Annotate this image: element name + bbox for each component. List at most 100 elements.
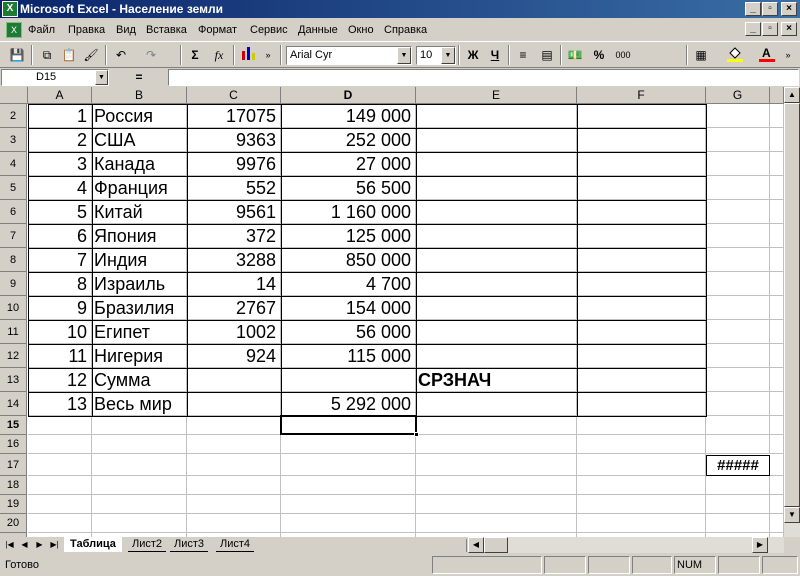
cell-b4[interactable]: Канада (92, 152, 187, 176)
cell-g13[interactable] (706, 368, 770, 392)
cell-g16[interactable] (706, 435, 770, 454)
cell-h5[interactable] (770, 176, 784, 200)
undo-icon[interactable]: ↶ (110, 45, 132, 65)
cell-d14[interactable]: 5 292 000 (281, 392, 416, 416)
column-header-a[interactable]: A (28, 87, 92, 104)
cell-c17[interactable] (187, 454, 281, 476)
column-header-g[interactable]: G (706, 87, 770, 104)
cell-h8[interactable] (770, 248, 784, 272)
row-header[interactable]: 4 (0, 152, 27, 176)
cell-b5[interactable]: Франция (92, 176, 187, 200)
vertical-scrollbar[interactable]: ▲ ▼ (784, 87, 800, 537)
row-header[interactable]: 6 (0, 200, 27, 224)
cell-f18[interactable] (577, 476, 706, 495)
cell-g17[interactable]: ##### (706, 455, 770, 476)
row-header[interactable]: 16 (0, 435, 27, 454)
row-header[interactable]: 10 (0, 296, 27, 320)
cell-d19[interactable] (281, 495, 416, 514)
cell-d8[interactable]: 850 000 (281, 248, 416, 272)
column-header-f[interactable]: F (577, 87, 706, 104)
cell-f15[interactable] (577, 416, 706, 435)
cell-b7[interactable]: Япония (92, 224, 187, 248)
cell-d16[interactable] (281, 435, 416, 454)
cell-a4[interactable]: 3 (28, 152, 92, 176)
chevron-down-icon[interactable]: ▼ (397, 47, 411, 64)
cell-a15[interactable] (28, 416, 92, 435)
cell-a2[interactable]: 1 (28, 104, 92, 128)
cell-h3[interactable] (770, 128, 784, 152)
cell-b17[interactable] (92, 454, 187, 476)
cell-f11[interactable] (577, 320, 706, 344)
row-header[interactable]: 8 (0, 248, 27, 272)
cell-g8[interactable] (706, 248, 770, 272)
cell-c14[interactable] (187, 392, 281, 416)
cell-a19[interactable] (28, 495, 92, 514)
cell-g19[interactable] (706, 495, 770, 514)
cell-c16[interactable] (187, 435, 281, 454)
cell-c19[interactable] (187, 495, 281, 514)
scroll-down-icon[interactable]: ▼ (784, 507, 800, 523)
cell-b16[interactable] (92, 435, 187, 454)
select-all-corner[interactable] (0, 87, 28, 104)
cell-b10[interactable]: Бразилия (92, 296, 187, 320)
cell-h11[interactable] (770, 320, 784, 344)
cell-b9[interactable]: Израиль (92, 272, 187, 296)
restore-button[interactable]: ▫ (762, 2, 778, 16)
cell-a6[interactable]: 5 (28, 200, 92, 224)
workbook-icon[interactable]: X (6, 22, 22, 38)
cell-e13[interactable]: СРЗНАЧ (416, 368, 577, 392)
cell-f4[interactable] (577, 152, 706, 176)
cell-b20[interactable] (92, 514, 187, 533)
doc-restore-button[interactable]: ▫ (762, 22, 778, 36)
cell-d3[interactable]: 252 000 (281, 128, 416, 152)
excel-app-icon[interactable]: X (2, 1, 18, 17)
cell-g4[interactable] (706, 152, 770, 176)
scroll-left-icon[interactable]: ◀ (468, 537, 484, 553)
cell-a17[interactable] (28, 454, 92, 476)
font-color-icon[interactable]: A (756, 45, 778, 65)
paste-icon[interactable]: 📋 (58, 45, 80, 65)
cell-d11[interactable]: 56 000 (281, 320, 416, 344)
thousands-separator-button[interactable]: 000 (612, 45, 634, 65)
column-header-h[interactable] (770, 87, 784, 104)
cell-d18[interactable] (281, 476, 416, 495)
cell-e20[interactable] (416, 514, 577, 533)
prev-sheet-icon[interactable]: ◀ (17, 538, 32, 552)
cell-f20[interactable] (577, 514, 706, 533)
cell-h2[interactable] (770, 104, 784, 128)
sheet-tab-3[interactable]: Лист3 (170, 537, 209, 552)
row-header[interactable]: 15 (0, 416, 27, 435)
cell-c12[interactable]: 924 (187, 344, 281, 368)
chevron-down-icon[interactable]: ▼ (95, 70, 108, 85)
toolbar-more-icon[interactable]: » (782, 45, 794, 65)
cell-f9[interactable] (577, 272, 706, 296)
chart-wizard-icon[interactable] (238, 45, 260, 65)
cell-h14[interactable] (770, 392, 784, 416)
cell-f13[interactable] (577, 368, 706, 392)
cell-b19[interactable] (92, 495, 187, 514)
cell-f16[interactable] (577, 435, 706, 454)
menu-insert[interactable]: Вставка (146, 19, 187, 41)
align-center-icon[interactable]: ≡ (512, 45, 534, 65)
cell-d7[interactable]: 125 000 (281, 224, 416, 248)
cell-g5[interactable] (706, 176, 770, 200)
cell-a3[interactable]: 2 (28, 128, 92, 152)
cell-h10[interactable] (770, 296, 784, 320)
menu-help[interactable]: Справка (384, 19, 427, 41)
cell-b2[interactable]: Россия (92, 104, 187, 128)
cell-g11[interactable] (706, 320, 770, 344)
cell-d12[interactable]: 115 000 (281, 344, 416, 368)
cell-f3[interactable] (577, 128, 706, 152)
menu-edit[interactable]: Правка (68, 19, 105, 41)
cell-g10[interactable] (706, 296, 770, 320)
horizontal-scrollbar[interactable]: ◀ ▶ (468, 537, 784, 553)
cell-c5[interactable]: 552 (187, 176, 281, 200)
cell-e6[interactable] (416, 200, 577, 224)
cell-c8[interactable]: 3288 (187, 248, 281, 272)
cell-e16[interactable] (416, 435, 577, 454)
cell-c3[interactable]: 9363 (187, 128, 281, 152)
cell-h16[interactable] (770, 435, 784, 454)
cell-a7[interactable]: 6 (28, 224, 92, 248)
cell-c7[interactable]: 372 (187, 224, 281, 248)
row-header[interactable]: 5 (0, 176, 27, 200)
